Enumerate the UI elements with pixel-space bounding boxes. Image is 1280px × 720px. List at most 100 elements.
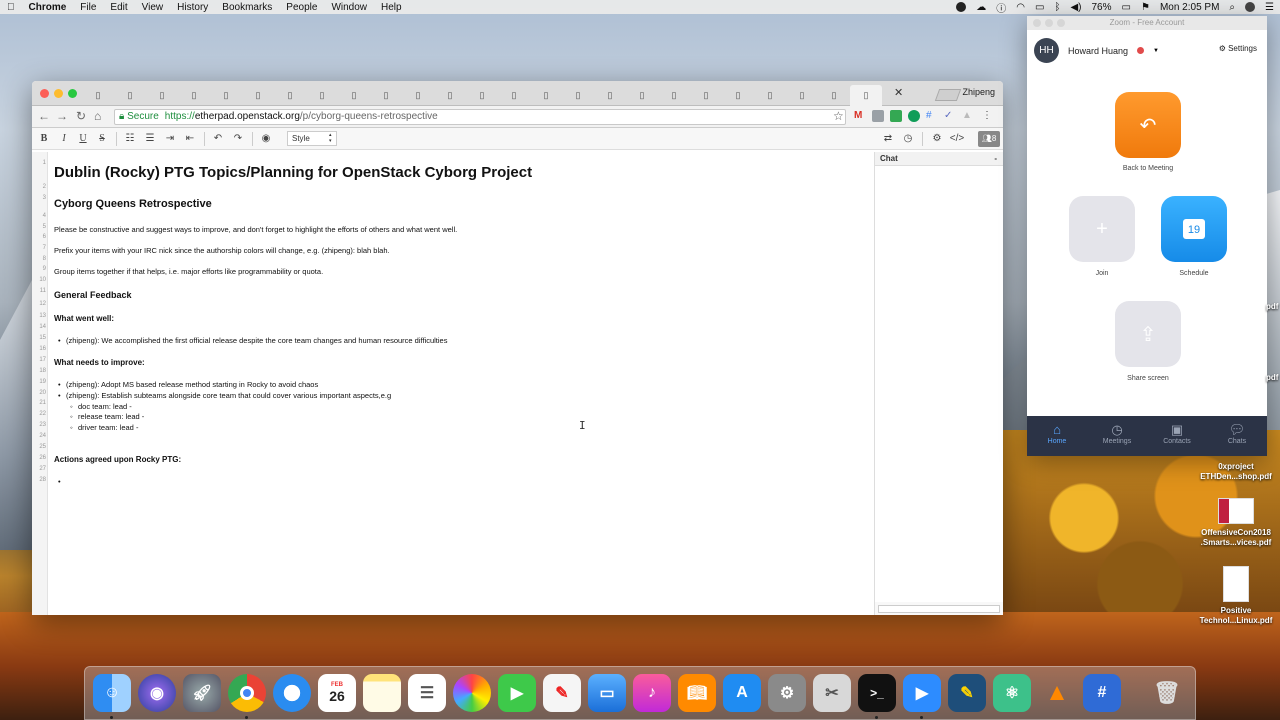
- battery-percent[interactable]: 76%: [1092, 2, 1112, 13]
- tab-18[interactable]: ▯: [626, 85, 658, 106]
- settings-gear-icon[interactable]: ⚙: [929, 131, 945, 147]
- tab-6[interactable]: ▯: [242, 85, 274, 106]
- profile-name[interactable]: Zhipeng: [962, 87, 995, 97]
- display-icon[interactable]: ▭: [1035, 2, 1044, 13]
- hashtag-extension-icon[interactable]: #: [926, 110, 938, 122]
- status-icon[interactable]: [956, 2, 967, 12]
- back-to-meeting-button[interactable]: ↶: [1115, 92, 1181, 158]
- vlc-icon[interactable]: ▲: [1038, 674, 1076, 712]
- import-export-icon[interactable]: ⇄: [880, 131, 896, 147]
- timeslider-icon[interactable]: ◷: [900, 131, 916, 147]
- bookmark-star-icon[interactable]: ☆: [833, 109, 844, 123]
- gmail-extension-icon[interactable]: M: [854, 110, 866, 122]
- tab-23[interactable]: ▯: [786, 85, 818, 106]
- tab-13[interactable]: ▯: [466, 85, 498, 106]
- desktop-file-edge-label[interactable]: pdf: [1266, 302, 1278, 311]
- tab-10[interactable]: ▯: [370, 85, 402, 106]
- extension-icon[interactable]: [872, 110, 884, 122]
- reminders-icon[interactable]: ☰: [408, 674, 446, 712]
- reload-icon[interactable]: ↻: [76, 109, 86, 123]
- close-tab-icon[interactable]: ✕: [894, 86, 903, 99]
- safari-icon[interactable]: [273, 674, 311, 712]
- ibooks-icon[interactable]: 📖︎: [678, 674, 716, 712]
- unordered-list-icon[interactable]: ☰: [142, 131, 158, 147]
- launchpad-icon[interactable]: 🚀︎: [183, 674, 221, 712]
- tab-active[interactable]: ▯: [850, 85, 882, 106]
- undo-icon[interactable]: ↶: [210, 131, 226, 147]
- volume-icon[interactable]: ◀): [1070, 2, 1081, 13]
- photos-icon[interactable]: [453, 674, 491, 712]
- tab-2[interactable]: ▯: [114, 85, 146, 106]
- share-screen-button[interactable]: ⇪: [1115, 301, 1181, 367]
- tab-contacts[interactable]: ▣ Contacts: [1147, 416, 1207, 456]
- zoom-app-icon[interactable]: ▶: [903, 674, 941, 719]
- schedule-button[interactable]: 19: [1161, 196, 1227, 262]
- flag-icon[interactable]: ⚑: [1141, 2, 1150, 13]
- tab-4[interactable]: ▯: [178, 85, 210, 106]
- chrome-menu-icon[interactable]: ⋮: [982, 110, 994, 122]
- new-tab-button[interactable]: [934, 89, 962, 101]
- home-icon[interactable]: ⌂: [94, 109, 101, 123]
- tab-20[interactable]: ▯: [690, 85, 722, 106]
- zoom-settings-button[interactable]: ⚙ Settings: [1219, 44, 1257, 53]
- user-icon[interactable]: [1245, 2, 1256, 12]
- desktop-file[interactable]: Positive Technol...Linux.pdf: [1194, 566, 1278, 626]
- app-store-icon[interactable]: A: [723, 674, 761, 712]
- users-button[interactable]: 👥︎8: [978, 131, 1000, 147]
- slack-icon[interactable]: #: [1083, 674, 1121, 712]
- extension-green-icon[interactable]: [890, 110, 902, 122]
- menu-bookmarks[interactable]: Bookmarks: [215, 2, 279, 13]
- menu-file[interactable]: File: [73, 2, 103, 13]
- pages-icon[interactable]: ✎: [543, 674, 581, 712]
- tab-7[interactable]: ▯: [274, 85, 306, 106]
- tab-9[interactable]: ▯: [338, 85, 370, 106]
- finder-icon[interactable]: ☺: [93, 674, 131, 719]
- cloud-icon[interactable]: ☁: [976, 2, 986, 13]
- chat-minimize-button[interactable]: -: [994, 152, 997, 166]
- zoom-maximize-button[interactable]: [1057, 19, 1065, 27]
- clear-authorship-icon[interactable]: ◉: [258, 131, 274, 147]
- tab-16[interactable]: ▯: [562, 85, 594, 106]
- outdent-icon[interactable]: ⇤: [182, 131, 198, 147]
- menu-edit[interactable]: Edit: [103, 2, 134, 13]
- notification-icon[interactable]: ☰: [1265, 2, 1274, 13]
- pad-editor[interactable]: 1 2 3 4 5 6 7 8 9 10 11 12 13 14 15 16 1…: [32, 152, 875, 615]
- underline-button[interactable]: U: [75, 131, 91, 147]
- tab-19[interactable]: ▯: [658, 85, 690, 106]
- chat-input[interactable]: [878, 605, 1000, 613]
- apple-menu-icon[interactable]: : [0, 2, 22, 13]
- strikethrough-button[interactable]: S: [94, 131, 110, 147]
- tab-15[interactable]: ▯: [530, 85, 562, 106]
- redo-icon[interactable]: ↷: [230, 131, 246, 147]
- zoom-window-button[interactable]: [68, 89, 77, 98]
- tab-5[interactable]: ▯: [210, 85, 242, 106]
- join-button[interactable]: +: [1069, 196, 1135, 262]
- battery-icon[interactable]: ▭: [1122, 2, 1131, 13]
- zoom-close-button[interactable]: [1033, 19, 1041, 27]
- tab-8[interactable]: ▯: [306, 85, 338, 106]
- embed-code-icon[interactable]: </>: [949, 131, 965, 147]
- tab-1[interactable]: ▯: [82, 85, 114, 106]
- system-preferences-icon[interactable]: ⚙: [768, 674, 806, 712]
- tab-home[interactable]: ⌂ Home: [1027, 416, 1087, 456]
- tab-14[interactable]: ▯: [498, 85, 530, 106]
- close-window-button[interactable]: [40, 89, 49, 98]
- pencil-app-icon[interactable]: ✎: [948, 674, 986, 712]
- back-icon[interactable]: ←: [38, 109, 50, 123]
- menu-help[interactable]: Help: [374, 2, 409, 13]
- check-extension-icon[interactable]: ✓: [944, 110, 956, 122]
- search-icon[interactable]: ⌕: [1229, 2, 1235, 13]
- facetime-icon[interactable]: ▶: [498, 674, 536, 712]
- tab-meetings[interactable]: ◷ Meetings: [1087, 416, 1147, 456]
- menu-history[interactable]: History: [170, 2, 215, 13]
- menu-window[interactable]: Window: [324, 2, 374, 13]
- zoom-user-profile[interactable]: HH Howard Huang ▼: [1034, 38, 1159, 63]
- calendar-icon[interactable]: FEB 26: [318, 674, 356, 712]
- forward-icon[interactable]: →: [56, 109, 68, 123]
- info-icon[interactable]: ⓘ: [996, 0, 1006, 15]
- style-select[interactable]: Style: [287, 131, 337, 146]
- itunes-icon[interactable]: ♪: [633, 674, 671, 712]
- italic-button[interactable]: I: [56, 131, 72, 147]
- triangle-extension-icon[interactable]: ▲: [962, 110, 974, 122]
- tab-11[interactable]: ▯: [402, 85, 434, 106]
